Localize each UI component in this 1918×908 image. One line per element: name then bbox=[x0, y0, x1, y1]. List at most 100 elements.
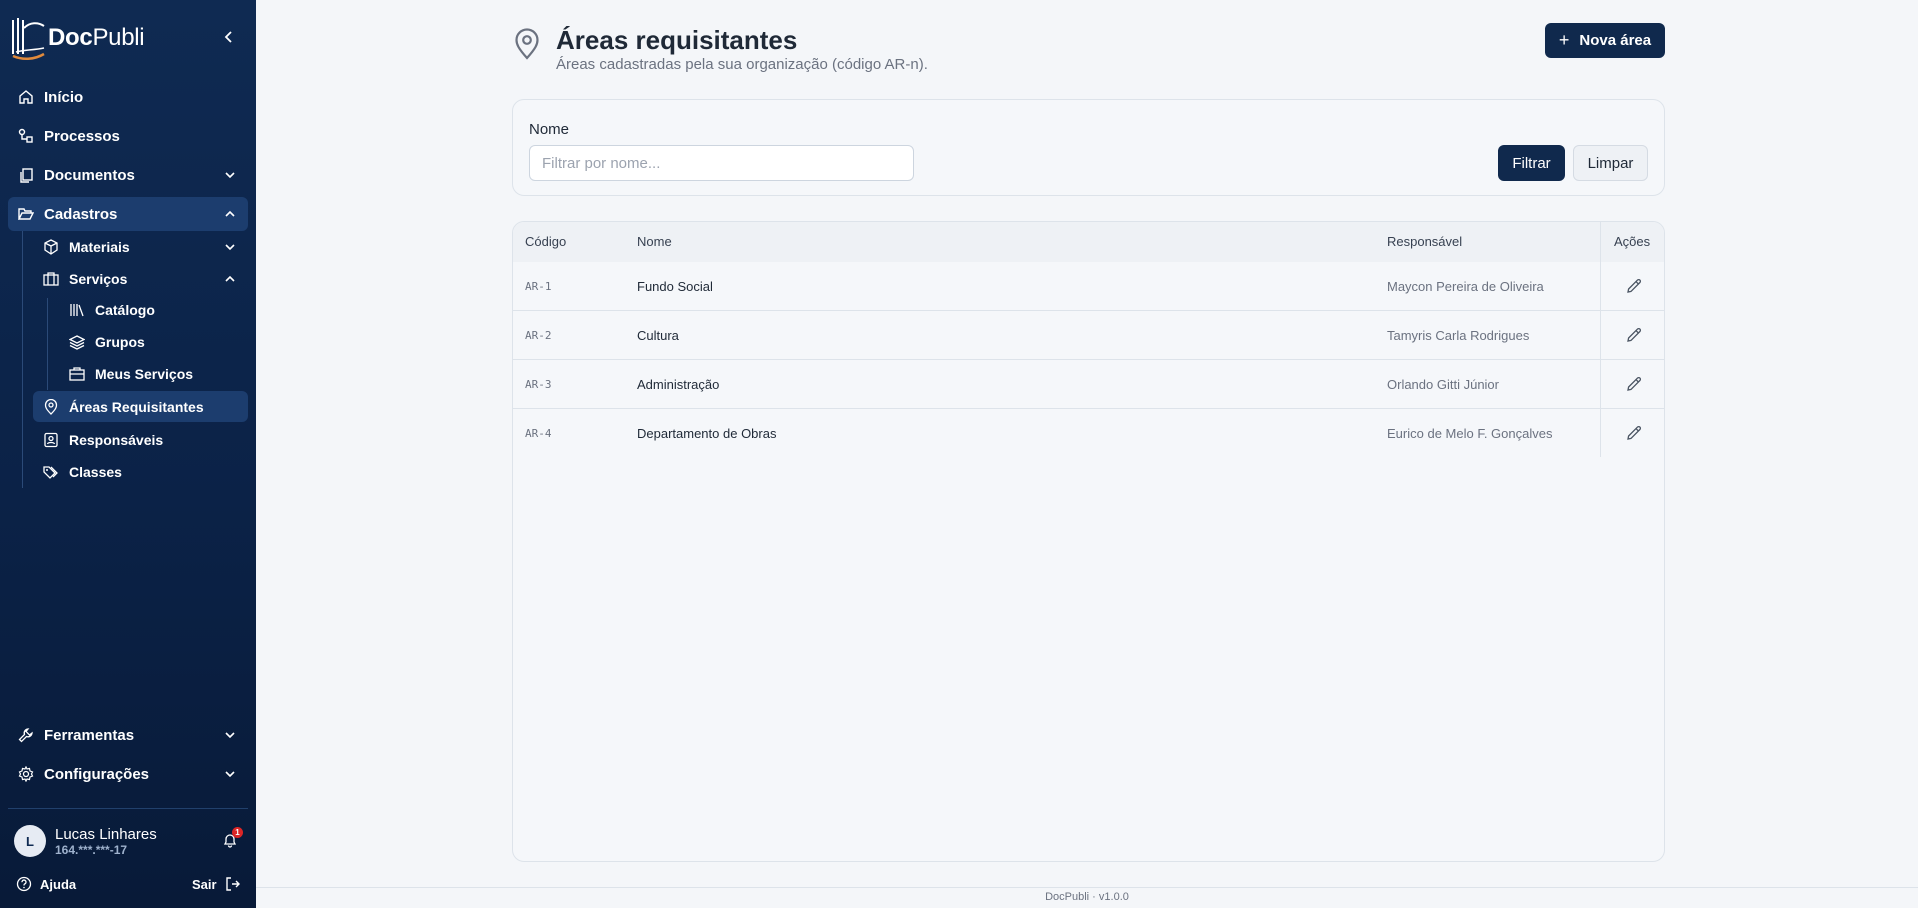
cell-code: AR-4 bbox=[525, 427, 552, 440]
sidebar-item-processos[interactable]: Processos bbox=[8, 119, 248, 153]
filter-name-label: Nome bbox=[529, 121, 570, 138]
sidebar-item-configuracoes[interactable]: Configurações bbox=[8, 757, 248, 791]
areas-table: Código Nome Responsável Ações AR-1 Fundo… bbox=[512, 221, 1665, 862]
sidebar-item-label: Responsáveis bbox=[69, 432, 164, 448]
page-subtitle: Áreas cadastradas pela sua organização (… bbox=[556, 56, 928, 73]
logout-icon bbox=[225, 877, 240, 891]
filter-button[interactable]: Filtrar bbox=[1498, 145, 1565, 181]
docpubli-logo-icon bbox=[12, 18, 45, 60]
contact-icon bbox=[43, 432, 59, 448]
sidebar-item-cadastros[interactable]: Cadastros bbox=[8, 197, 248, 231]
sidebar-item-areas-requisitantes[interactable]: Áreas Requisitantes bbox=[33, 391, 248, 422]
sidebar-item-label: Ferramentas bbox=[44, 726, 135, 744]
chevron-up-icon bbox=[225, 275, 235, 282]
logout-label: Sair bbox=[192, 876, 217, 892]
sidebar-item-label: Meus Serviços bbox=[95, 366, 194, 382]
sidebar-item-servicos[interactable]: Serviços bbox=[33, 262, 248, 296]
collapse-sidebar-button[interactable] bbox=[220, 28, 238, 46]
layers-icon bbox=[69, 334, 85, 350]
sidebar-item-label: Áreas Requisitantes bbox=[69, 398, 204, 415]
help-circle-icon bbox=[16, 876, 32, 892]
notifications-button[interactable]: 1 bbox=[222, 827, 243, 850]
edit-pencil-icon[interactable] bbox=[1625, 277, 1643, 295]
submenu-guide-line bbox=[22, 214, 23, 488]
name-filter-input[interactable] bbox=[529, 145, 914, 181]
row-actions bbox=[1601, 311, 1664, 360]
column-header-codigo: Código bbox=[525, 234, 567, 249]
filter-panel: Nome Filtrar Limpar bbox=[512, 99, 1665, 196]
sidebar-item-label: Grupos bbox=[95, 334, 145, 350]
chevron-down-icon bbox=[225, 244, 235, 251]
column-header-responsavel: Responsável bbox=[1387, 234, 1463, 249]
footer-version: DocPubli · v1.0.0 bbox=[1045, 891, 1129, 903]
sidebar-item-grupos[interactable]: Grupos bbox=[59, 325, 248, 359]
briefcase-icon bbox=[43, 271, 59, 287]
table-row[interactable]: AR-1 Fundo Social Maycon Pereira de Oliv… bbox=[513, 262, 1600, 311]
column-header-nome: Nome bbox=[637, 234, 672, 249]
user-id: 164.***.***-17 bbox=[55, 842, 128, 857]
workflow-icon bbox=[18, 128, 34, 144]
cell-responsible: Orlando Gitti Júnior bbox=[1387, 377, 1499, 392]
sidebar-item-classes[interactable]: Classes bbox=[33, 455, 248, 489]
help-label: Ajuda bbox=[40, 876, 77, 892]
footer-divider bbox=[256, 887, 1918, 888]
map-pin-icon bbox=[515, 28, 539, 60]
page-title: Áreas requisitantes bbox=[556, 25, 798, 55]
new-area-button[interactable]: + Nova área bbox=[1545, 23, 1665, 58]
sidebar-item-catalogo[interactable]: Catálogo bbox=[59, 293, 248, 327]
sidebar-item-label: Processos bbox=[44, 127, 120, 145]
table-row[interactable]: AR-3 Administração Orlando Gitti Júnior bbox=[513, 360, 1600, 409]
user-name: Lucas Linhares bbox=[55, 825, 157, 843]
sidebar-item-label: Serviços bbox=[69, 271, 128, 287]
briefcase-check-icon bbox=[69, 366, 85, 382]
cell-code: AR-3 bbox=[525, 378, 552, 391]
clear-button[interactable]: Limpar bbox=[1573, 145, 1648, 181]
sidebar-item-responsaveis[interactable]: Responsáveis bbox=[33, 423, 248, 457]
sidebar-item-meus-servicos[interactable]: Meus Serviços bbox=[59, 357, 248, 391]
notification-count-badge: 1 bbox=[232, 827, 243, 838]
sidebar-item-inicio[interactable]: Início bbox=[8, 80, 248, 114]
table-row[interactable]: AR-2 Cultura Tamyris Carla Rodrigues bbox=[513, 311, 1600, 360]
submenu-guide-line-2 bbox=[47, 298, 48, 390]
table-header: Código Nome Responsável Ações bbox=[513, 222, 1664, 262]
user-profile[interactable]: L Lucas Linhares 164.***.***-17 1 bbox=[14, 824, 243, 858]
avatar[interactable]: L bbox=[14, 825, 46, 857]
cell-name: Administração bbox=[637, 377, 720, 392]
table-row[interactable]: AR-4 Departamento de Obras Eurico de Mel… bbox=[513, 409, 1600, 458]
gear-icon bbox=[18, 766, 34, 782]
sidebar-item-label: Materiais bbox=[69, 239, 130, 255]
cell-responsible: Eurico de Melo F. Gonçalves bbox=[1387, 426, 1553, 441]
sidebar-item-documentos[interactable]: Documentos bbox=[8, 158, 248, 192]
sidebar-item-label: Catálogo bbox=[95, 302, 155, 318]
sidebar-item-label: Classes bbox=[69, 464, 122, 480]
documents-icon bbox=[18, 167, 34, 183]
sidebar-item-label: Cadastros bbox=[44, 205, 118, 223]
cell-name: Departamento de Obras bbox=[637, 426, 777, 441]
cell-responsible: Tamyris Carla Rodrigues bbox=[1387, 328, 1530, 343]
cell-name: Fundo Social bbox=[637, 279, 713, 294]
edit-pencil-icon[interactable] bbox=[1625, 375, 1643, 393]
sidebar: DocPubli Início Processos Documentos Cad… bbox=[0, 0, 256, 908]
sidebar-divider bbox=[8, 808, 248, 809]
chevron-down-icon bbox=[225, 732, 235, 739]
sidebar-item-materiais[interactable]: Materiais bbox=[33, 230, 248, 264]
edit-pencil-icon[interactable] bbox=[1625, 326, 1643, 344]
edit-pencil-icon[interactable] bbox=[1625, 424, 1643, 442]
row-actions bbox=[1601, 262, 1664, 311]
chevron-left-icon bbox=[224, 31, 232, 43]
cell-responsible: Maycon Pereira de Oliveira bbox=[1387, 279, 1544, 294]
tags-icon bbox=[43, 464, 59, 480]
sidebar-item-label: Início bbox=[44, 88, 84, 106]
sidebar-item-ferramentas[interactable]: Ferramentas bbox=[8, 718, 248, 752]
home-icon bbox=[18, 89, 34, 105]
logout-button[interactable]: Sair bbox=[192, 876, 241, 892]
row-actions bbox=[1601, 360, 1664, 409]
brand[interactable]: DocPubli bbox=[10, 14, 145, 62]
wrench-icon bbox=[18, 727, 34, 743]
chevron-down-icon bbox=[225, 771, 235, 778]
chevron-up-icon bbox=[225, 210, 235, 217]
help-link[interactable]: Ajuda bbox=[16, 876, 76, 892]
map-pin-icon bbox=[43, 398, 59, 415]
new-area-label: Nova área bbox=[1579, 32, 1652, 49]
cell-name: Cultura bbox=[637, 328, 679, 343]
